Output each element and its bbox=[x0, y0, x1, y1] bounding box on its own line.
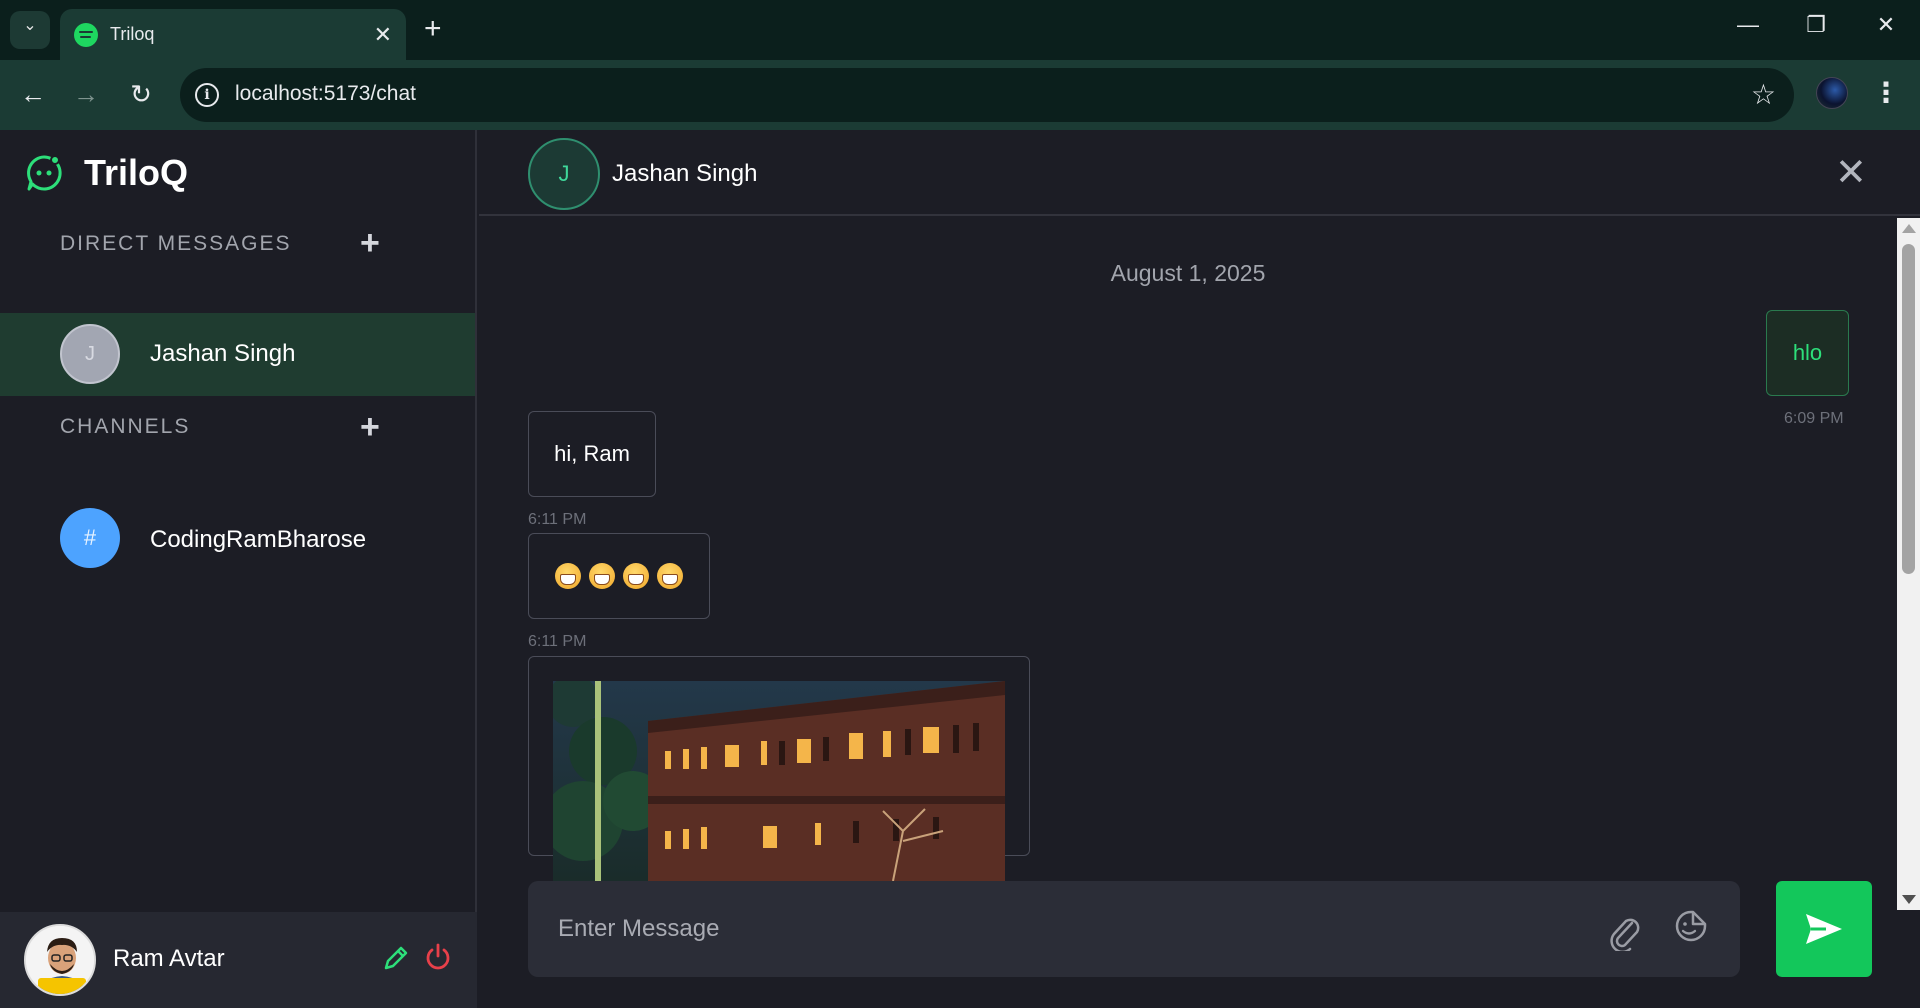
chevron-down-icon: ⌄ bbox=[23, 17, 37, 34]
user-avatar[interactable] bbox=[24, 924, 96, 996]
spotify-icon bbox=[74, 22, 98, 47]
reload-icon[interactable]: ↻ bbox=[123, 76, 159, 112]
image-message[interactable] bbox=[528, 656, 1030, 881]
back-arrow-icon[interactable]: ← bbox=[15, 76, 51, 112]
message-scrollbar[interactable] bbox=[1897, 218, 1920, 910]
grinning-face-icon bbox=[657, 563, 683, 589]
chat-app: TriloQ DIRECT MESSAGES + J Jashan Singh … bbox=[0, 130, 1920, 1008]
channels-heading: CHANNELS bbox=[60, 415, 191, 438]
tab-list-button[interactable]: ⌄ bbox=[10, 11, 50, 49]
user-bar: Ram Avtar bbox=[0, 912, 477, 1008]
chat-header: J Jashan Singh ✕ bbox=[479, 130, 1920, 216]
user-name: Ram Avtar bbox=[113, 945, 225, 972]
profile-avatar[interactable] bbox=[1816, 77, 1848, 109]
browser-tab-strip: ⌄ Triloq ✕ + — ❐ ✕ bbox=[0, 0, 1920, 60]
message-list[interactable]: August 1, 2025 hlo 6:09 PM hi, Ram 6:11 … bbox=[479, 218, 1897, 910]
message-text: hi, Ram bbox=[554, 441, 630, 466]
power-icon[interactable] bbox=[423, 942, 453, 972]
grinning-face-icon bbox=[589, 563, 615, 589]
grinning-face-icon bbox=[555, 563, 581, 589]
message-image[interactable] bbox=[553, 681, 1005, 881]
date-separator: August 1, 2025 bbox=[1110, 260, 1266, 286]
emoji-message bbox=[555, 563, 683, 589]
brand-name: TriloQ bbox=[84, 152, 189, 193]
avatar: J bbox=[60, 324, 120, 384]
contact-avatar[interactable]: J bbox=[528, 138, 600, 210]
paperclip-icon[interactable] bbox=[1606, 911, 1642, 951]
message-time: 6:09 PM bbox=[1784, 410, 1844, 427]
plus-icon[interactable]: + bbox=[424, 12, 442, 46]
close-icon[interactable]: ✕ bbox=[374, 23, 392, 46]
send-button[interactable] bbox=[1776, 881, 1872, 977]
sidebar: TriloQ DIRECT MESSAGES + J Jashan Singh … bbox=[0, 130, 477, 1008]
pencil-icon[interactable] bbox=[380, 942, 412, 974]
chat-logo-icon bbox=[27, 155, 62, 191]
channel-hash-icon: # bbox=[60, 508, 120, 568]
channel-item-label: CodingRamBharose bbox=[150, 526, 367, 553]
browser-tab[interactable]: Triloq ✕ bbox=[60, 9, 406, 60]
building-night-image bbox=[553, 681, 1005, 881]
send-icon bbox=[1806, 914, 1842, 944]
message-bubble-received bbox=[528, 533, 710, 619]
restore-icon[interactable]: ❐ bbox=[1796, 12, 1836, 38]
browser-toolbar: ← → ↻ i localhost:5173/chat ☆ ⋮ bbox=[0, 60, 1920, 130]
close-window-icon[interactable]: ✕ bbox=[1866, 12, 1906, 38]
dm-item-label: Jashan Singh bbox=[150, 340, 296, 367]
star-icon[interactable]: ☆ bbox=[1751, 77, 1776, 113]
contact-name: Jashan Singh bbox=[612, 160, 758, 187]
direct-messages-heading: DIRECT MESSAGES bbox=[60, 232, 292, 255]
message-time: 6:11 PM bbox=[528, 511, 587, 528]
tab-title: Triloq bbox=[110, 24, 155, 44]
close-chat-icon[interactable]: ✕ bbox=[1835, 154, 1867, 192]
scrollbar-thumb[interactable] bbox=[1902, 244, 1915, 574]
message-composer bbox=[528, 881, 1740, 977]
add-channel-button[interactable]: + bbox=[360, 410, 380, 444]
message-input[interactable] bbox=[558, 909, 1608, 949]
message-bubble-sent: hlo bbox=[1766, 310, 1849, 396]
address-bar[interactable]: i localhost:5173/chat ☆ bbox=[180, 68, 1794, 122]
emoji-sticker-icon[interactable] bbox=[1674, 909, 1708, 943]
minimize-icon[interactable]: — bbox=[1728, 12, 1768, 38]
url-text[interactable]: localhost:5173/chat bbox=[235, 82, 416, 106]
message-time: 6:11 PM bbox=[528, 633, 587, 650]
brand[interactable]: TriloQ bbox=[24, 152, 188, 194]
more-vert-icon[interactable]: ⋮ bbox=[1872, 76, 1900, 110]
add-direct-message-button[interactable]: + bbox=[360, 226, 380, 260]
scroll-up-icon[interactable] bbox=[1902, 224, 1916, 233]
info-icon[interactable]: i bbox=[195, 83, 219, 107]
grinning-face-icon bbox=[623, 563, 649, 589]
dm-item-jashan-singh[interactable]: J Jashan Singh bbox=[0, 313, 475, 396]
scroll-down-icon[interactable] bbox=[1902, 895, 1916, 904]
message-text: hlo bbox=[1792, 340, 1823, 365]
user-cartoon-icon bbox=[26, 926, 94, 994]
message-bubble-received: hi, Ram bbox=[528, 411, 656, 497]
forward-arrow-icon[interactable]: → bbox=[68, 76, 104, 112]
